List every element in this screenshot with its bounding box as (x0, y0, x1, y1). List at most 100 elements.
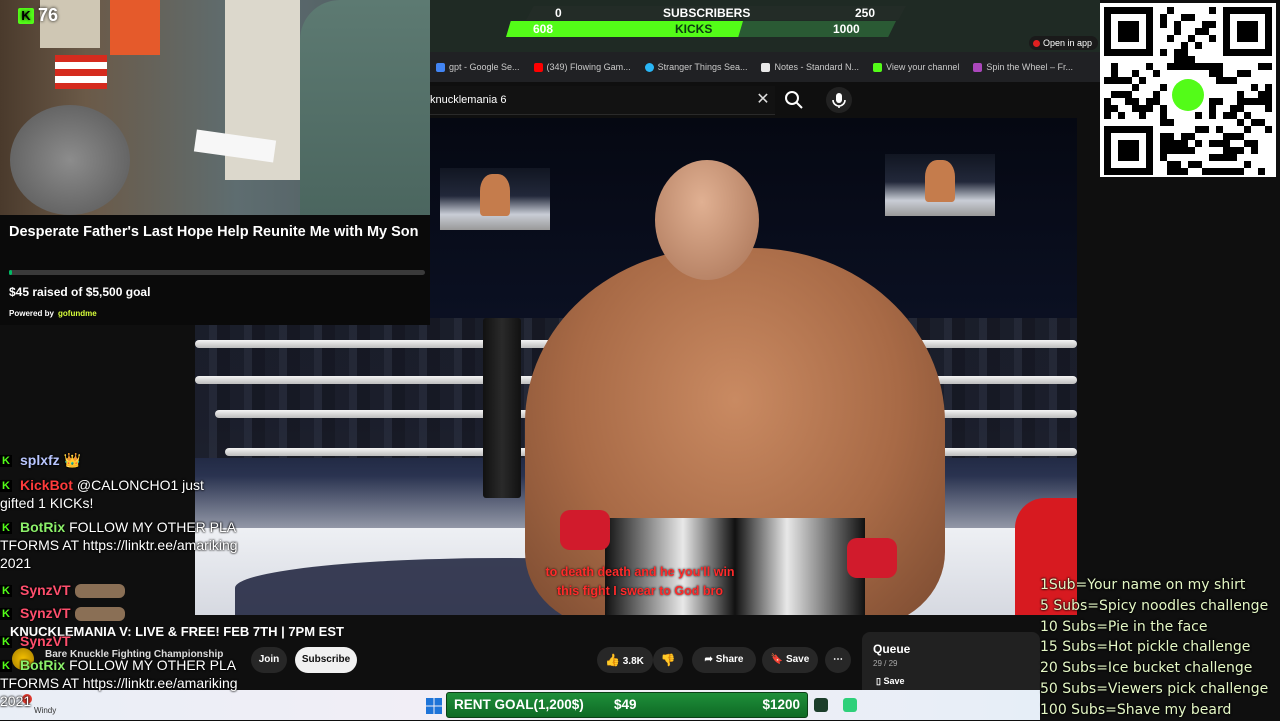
streamer (300, 0, 430, 215)
kick-badge-icon: K (0, 522, 12, 534)
chat-username: BotRix (20, 519, 66, 535)
queue-title: Queue (873, 642, 911, 656)
rent-goal-target: $1200 (762, 697, 800, 712)
chat-message: K BotRix FOLLOW MY OTHER PLATFORMS AT http… (0, 518, 240, 572)
follower-count-badge: K 76 (18, 5, 58, 27)
kicks-goal-label: KICKS (675, 22, 713, 36)
sub-goal-item: 100 Subs=Shave my beard (1040, 701, 1232, 718)
bookmarks-bar: gpt - Google Se... (349) Flowing Gam... … (430, 52, 1100, 82)
bookmark-favicon (644, 62, 654, 72)
like-button[interactable]: 👍 3.8K (597, 647, 653, 673)
mask-prop (10, 105, 130, 215)
chat-username: splxfz (20, 452, 60, 468)
kick-badge-icon: K (0, 660, 12, 672)
wheel-favicon (973, 62, 983, 72)
gofundme-title: Desperate Father's Last Hope Help Reunit… (9, 224, 419, 240)
dislike-button[interactable]: 👎 (653, 647, 683, 673)
gofundme-progress-track (9, 270, 425, 275)
kick-badge-icon: K (0, 636, 12, 648)
webcam-feed (0, 0, 430, 215)
sub-goal-item: 15 Subs=Hot pickle challenge (1040, 639, 1251, 656)
chat-message: K SynzVT (0, 632, 240, 650)
arena-screen-left (440, 168, 550, 230)
subscribe-button[interactable]: Subscribe (295, 647, 357, 673)
subscriber-goal-target: 250 (855, 6, 876, 20)
bookmark-item[interactable]: Notes - Standard N... (761, 62, 859, 72)
share-icon: ➦ (704, 654, 713, 665)
sub-goals-list: 1Sub=Your name on my shirt 5 Subs=Spicy … (1040, 575, 1280, 721)
flag (55, 55, 107, 89)
chat-message: K SynzVT (0, 581, 240, 599)
app-icon[interactable] (843, 698, 857, 712)
crown-emote-icon: 👑 (63, 452, 82, 468)
subscriber-goal-current: 0 (555, 6, 562, 20)
ring-corner-post (483, 318, 521, 498)
video-caption: to death death and he you'll win this fi… (545, 565, 735, 598)
sub-goal-item: 10 Subs=Pie in the face (1040, 618, 1208, 635)
notes-favicon (761, 62, 771, 72)
fighter-head (655, 160, 759, 280)
gofundme-raised: $45 raised of $5,500 goal (9, 285, 151, 299)
chat-message: K KickBot @CALONCHO1 just gifted 1 KICKs! (0, 476, 240, 512)
wall-shirt (110, 0, 160, 55)
kick-badge-icon: K (0, 608, 12, 620)
sub-goal-item: 1Sub=Your name on my shirt (1040, 577, 1246, 593)
kicks-goal-current: 608 (533, 22, 554, 36)
queue-save-button[interactable]: ▯ Save (876, 676, 905, 687)
join-button[interactable]: Join (251, 647, 287, 673)
kick-favicon (873, 62, 883, 72)
gofundme-powered-by: Powered by (9, 309, 54, 318)
kick-badge-icon: K (0, 455, 12, 467)
chat-message: K SynzVT (0, 604, 240, 622)
app-icon[interactable] (814, 698, 828, 712)
bookmark-item[interactable]: View your channel (873, 62, 959, 72)
kick-logo-icon: K (18, 8, 34, 25)
rent-goal-current: $49 (614, 697, 637, 712)
search-icon[interactable] (782, 88, 806, 112)
more-options-button[interactable]: ⋯ (825, 647, 851, 673)
queue-count: 29 / 29 (873, 659, 898, 668)
chat-username: SynzVT (20, 582, 71, 598)
subscriber-goal-label: SUBSCRIBERS (663, 6, 751, 20)
chat-username: SynzVT (20, 605, 71, 621)
chat-username: BotRix (20, 657, 66, 673)
kicks-goal-target: 1000 (833, 22, 860, 36)
fighter-wrap-left (560, 510, 610, 550)
rent-goal-label: RENT GOAL(1,200$) (454, 697, 584, 712)
bookmark-favicon (436, 62, 445, 72)
hands-emote-icon (74, 607, 125, 622)
qr-code-graphic (1104, 7, 1272, 175)
save-button[interactable]: 🔖 Save (762, 647, 818, 673)
chat-username: KickBot (20, 477, 73, 493)
kick-badge-icon: K (0, 585, 12, 597)
microphone-icon[interactable] (826, 87, 852, 113)
bookmark-icon: ▯ (876, 676, 881, 686)
gofundme-progress-fill (9, 270, 12, 275)
sub-goal-item: 50 Subs=Viewers pick challenge (1040, 680, 1269, 697)
kick-badge-icon: K (0, 480, 12, 492)
bookmark-item[interactable]: (349) Flowing Gam... (533, 62, 631, 72)
close-icon[interactable]: ✕ (752, 88, 774, 112)
sub-goal-item: 5 Subs=Spicy noodles challenge (1040, 597, 1269, 614)
search-input[interactable]: knucklemania 6 (430, 86, 775, 115)
chat-message: K BotRix FOLLOW MY OTHER PLATFORMS AT http… (0, 656, 240, 710)
bookmark-item[interactable]: Spin the Wheel – Fr... (973, 62, 1073, 72)
arena-screen-right (885, 154, 995, 216)
chat-username: SynzVT (20, 633, 71, 649)
open-in-app-button[interactable]: Open in app (1028, 36, 1098, 50)
gofundme-logo: gofundme (58, 309, 97, 318)
rent-goal-bar: RENT GOAL(1,200$) $49 $1200 (446, 692, 808, 718)
bookmark-icon: 🔖 (770, 654, 784, 665)
chat-message: Ksplxfz 👑 (0, 451, 240, 469)
thumbs-down-icon: 👎 (660, 653, 676, 667)
sub-goal-item: 20 Subs=Ice bucket challenge (1040, 660, 1253, 677)
youtube-favicon (533, 62, 543, 72)
thumbs-up-icon: 👍 (605, 653, 620, 667)
windows-start-icon[interactable] (426, 698, 442, 714)
bookmark-item[interactable]: gpt - Google Se... (436, 62, 520, 72)
qr-code (1100, 3, 1276, 177)
bookmark-item[interactable]: Stranger Things Sea... (644, 62, 747, 72)
share-button[interactable]: ➦ Share (692, 647, 756, 673)
more-icon: ⋯ (833, 654, 843, 665)
fighter-wrap-right (847, 538, 897, 578)
